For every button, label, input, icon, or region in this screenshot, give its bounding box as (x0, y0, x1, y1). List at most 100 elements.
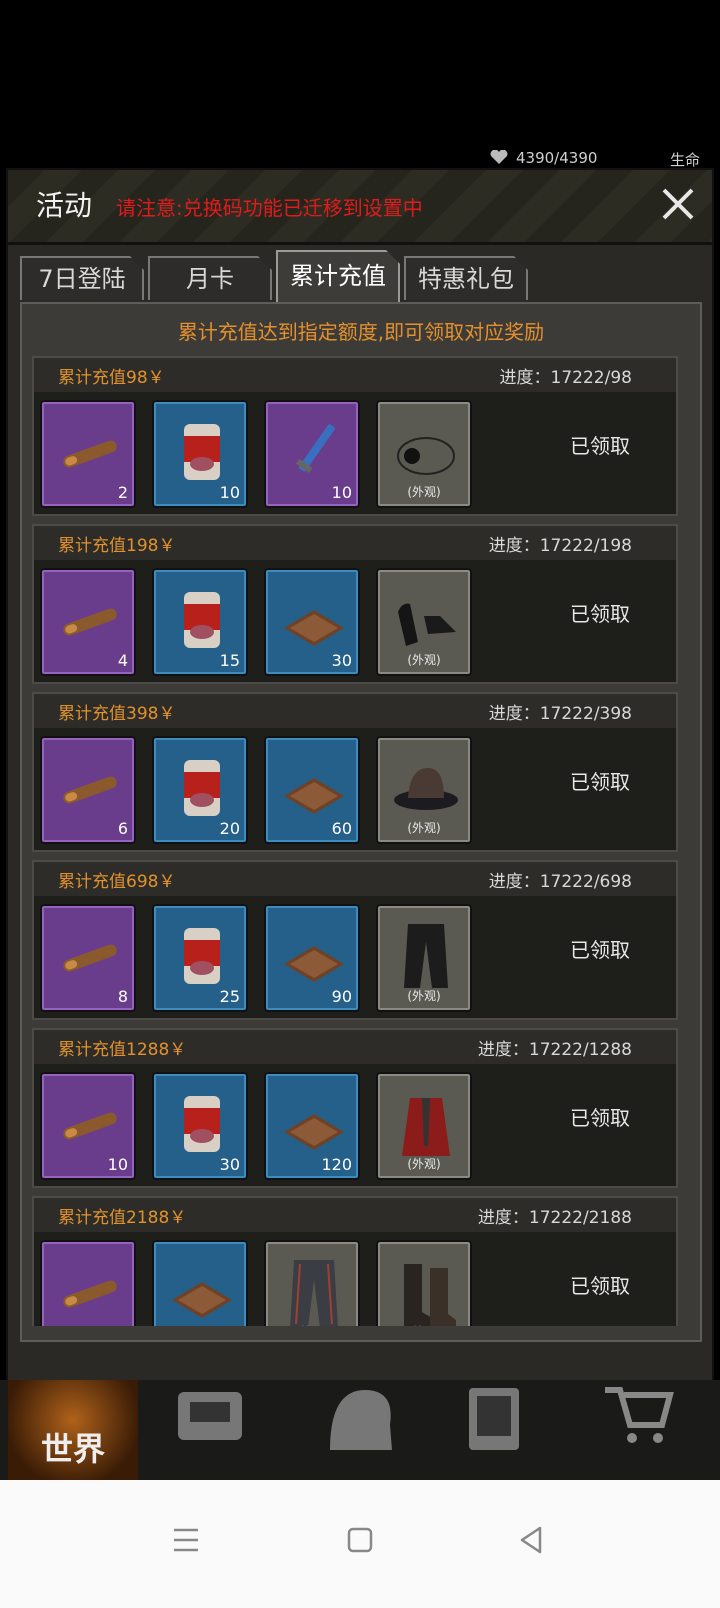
home-icon[interactable] (340, 1520, 380, 1560)
item-count: 15 (219, 651, 240, 670)
reward-item[interactable]: 60 (264, 736, 360, 844)
reward-item[interactable]: (外观) (376, 1072, 472, 1180)
claimed-status: 已领取 (570, 434, 630, 458)
reward-item[interactable]: 10 (40, 1072, 136, 1180)
reward-item[interactable]: 25 (152, 904, 248, 1012)
reward-item[interactable]: (外观) (376, 568, 472, 676)
reward-item[interactable]: 6 (40, 736, 136, 844)
tab-bar: 7日登陆 月卡 累计充值 特惠礼包 (20, 250, 700, 302)
tier-title: 累计充值198￥ (58, 536, 176, 556)
tab-cumulative-recharge[interactable]: 累计充值 (276, 250, 400, 302)
nav-world[interactable]: 世界 (8, 1380, 138, 1480)
eyepatch-icon (397, 437, 455, 475)
tier-title: 累计充值2188￥ (58, 1208, 187, 1228)
status-bar: 4390/4390 生命 (490, 149, 720, 170)
meat-can-icon (184, 760, 220, 816)
skin-label: (外观) (266, 1323, 358, 1326)
tier-list[interactable]: 累计充值98￥ 进度：17222/98 2 10 10 (外观) 已领取 累计充值198￥ 进度… (28, 356, 694, 1326)
reward-item[interactable]: (外观) (376, 1240, 472, 1326)
tier-title: 累计充值98￥ (58, 368, 165, 388)
red-coat-icon (402, 1098, 450, 1156)
life-label: 生命 (669, 151, 700, 169)
tier-card: 累计充值98￥ 进度：17222/98 2 10 10 (外观) 已领取 (32, 356, 678, 516)
activity-dialog: 活动 请注意:兑换码功能已迁移到设置中 7日登陆 月卡 累计充值 特惠礼包 累计… (6, 168, 714, 1424)
tab-special-pack[interactable]: 特惠礼包 (404, 256, 528, 300)
skills-head-icon[interactable] (320, 1380, 450, 1480)
cigar-icon (63, 608, 117, 636)
tier-progress: 进度：17222/2188 (477, 1208, 632, 1228)
item-count: 4 (117, 651, 128, 670)
item-count: 60 (331, 819, 352, 838)
item-count: 90 (331, 987, 352, 1006)
hat-icon (394, 768, 458, 810)
striped-pants-icon (290, 1260, 338, 1326)
skin-label: (外观) (407, 821, 441, 835)
tier-card: 累计充值1288￥ 进度：17222/1288 10 30 120 (外观) 已领取 (32, 1028, 678, 1188)
tier-progress: 进度：17222/698 (488, 872, 632, 892)
top-black-area (0, 0, 720, 170)
reward-item[interactable]: 30 (264, 568, 360, 676)
item-count: 2 (117, 483, 128, 502)
backpack-icon[interactable] (170, 1380, 300, 1480)
reward-item[interactable]: 120 (264, 1072, 360, 1180)
menu-icon[interactable] (166, 1520, 206, 1560)
health-value: 4390/4390 (516, 149, 598, 167)
panel-description: 累计充值达到指定额度,即可领取对应奖励 (177, 320, 545, 344)
cigar-icon (63, 1280, 117, 1308)
reward-item[interactable]: (外观) (376, 400, 472, 508)
meat-can-icon (184, 424, 220, 480)
meat-can-icon (184, 928, 220, 984)
boots-icon (404, 1264, 456, 1326)
supply-crate-icon (284, 946, 344, 982)
claimed-status: 已领取 (570, 938, 630, 962)
cigar-icon (63, 1112, 117, 1140)
tier-title: 累计充值398￥ (58, 704, 176, 724)
claimed-status: 已领取 (570, 602, 630, 626)
reward-item[interactable]: 2 (40, 400, 136, 508)
tier-card: 累计充值2188￥ 进度：17222/2188 12 150 (外观) (外观) 已领取 (32, 1196, 678, 1326)
reward-item[interactable]: 30 (152, 1072, 248, 1180)
item-count: 6 (117, 819, 128, 838)
reward-item[interactable]: 150 (152, 1240, 248, 1326)
shop-cart-icon[interactable] (600, 1380, 720, 1480)
supply-crate-icon (284, 610, 344, 646)
claimed-status: 已领取 (570, 1106, 630, 1130)
heart-icon (490, 150, 508, 164)
reward-item[interactable]: 10 (152, 400, 248, 508)
tier-progress: 进度：17222/98 (499, 368, 632, 388)
reward-item[interactable]: (外观) (376, 736, 472, 844)
close-icon[interactable] (656, 182, 700, 226)
tier-progress: 进度：17222/198 (488, 536, 632, 556)
item-count: 10 (331, 483, 352, 502)
calculator-icon[interactable] (465, 1380, 595, 1480)
item-count: 25 (219, 987, 240, 1006)
tier-card: 累计充值198￥ 进度：17222/198 4 15 30 (外观) 已领取 (32, 524, 678, 684)
item-count: 120 (321, 1155, 352, 1174)
notice-text: 请注意:兑换码功能已迁移到设置中 (116, 196, 423, 220)
reward-item[interactable]: 15 (152, 568, 248, 676)
tier-card: 累计充值698￥ 进度：17222/698 8 25 90 (外观) 已领取 (32, 860, 678, 1020)
supply-crate-icon (284, 778, 344, 814)
trousers-icon (404, 924, 448, 988)
nav-world-label: 世界 (40, 1430, 105, 1468)
claimed-status: 已领取 (570, 770, 630, 794)
back-icon[interactable] (512, 1520, 552, 1560)
supply-crate-icon (172, 1282, 232, 1318)
meat-can-icon (184, 1096, 220, 1152)
reward-item[interactable]: 20 (152, 736, 248, 844)
syringe-icon (295, 424, 335, 473)
tab-7day-login[interactable]: 7日登陆 (20, 256, 144, 300)
reward-item[interactable]: 4 (40, 568, 136, 676)
tab-monthly-card[interactable]: 月卡 (148, 256, 272, 300)
reward-item[interactable]: (外观) (264, 1240, 360, 1326)
reward-item[interactable]: 90 (264, 904, 360, 1012)
skin-label: (外观) (407, 989, 441, 1003)
reward-item[interactable]: 10 (264, 400, 360, 508)
tier-card: 累计充值398￥ 进度：17222/398 6 20 60 (外观) 已领取 (32, 692, 678, 852)
cigar-icon (63, 440, 117, 468)
reward-item[interactable]: 12 (40, 1240, 136, 1326)
reward-item[interactable]: (外观) (376, 904, 472, 1012)
item-count: 150 (209, 1323, 240, 1326)
reward-item[interactable]: 8 (40, 904, 136, 1012)
tier-progress: 进度：17222/1288 (477, 1040, 632, 1060)
